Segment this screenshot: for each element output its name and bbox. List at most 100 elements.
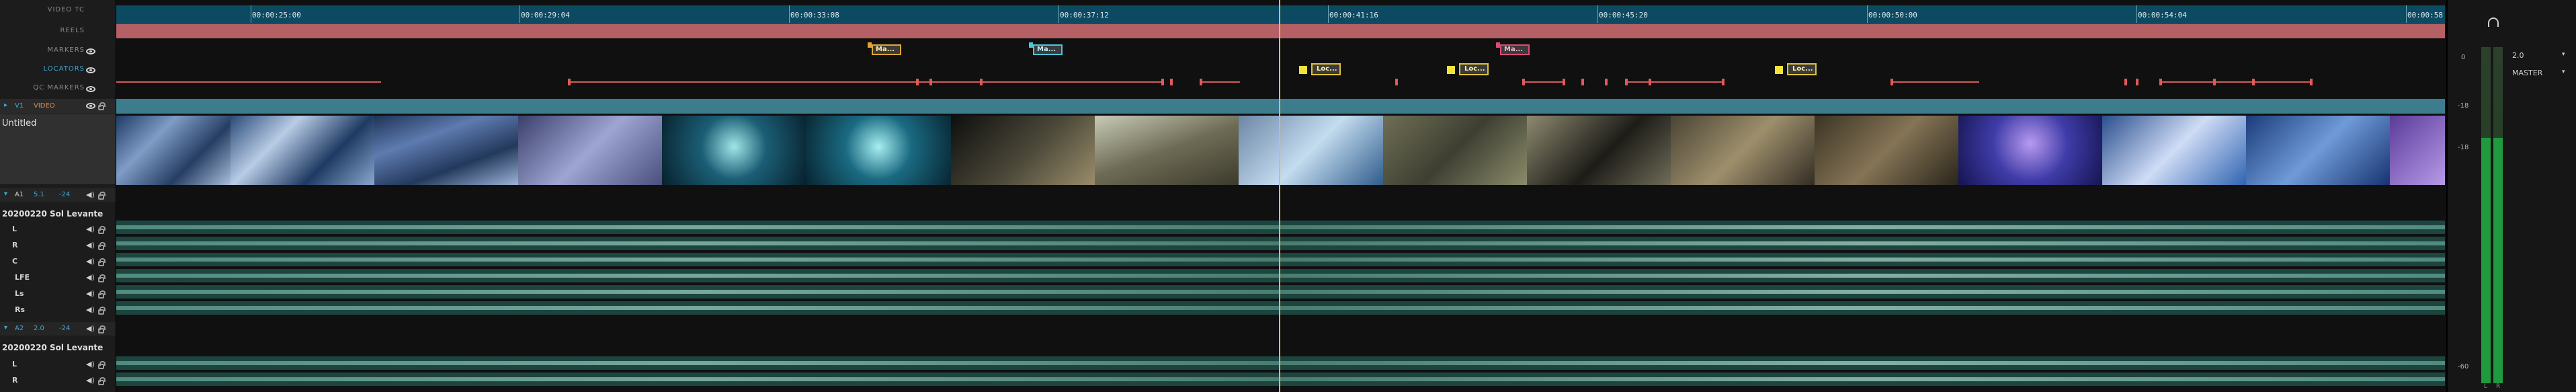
speaker-icon[interactable]: ◀) <box>86 377 95 384</box>
bus-select[interactable]: MASTER <box>2512 69 2542 77</box>
level-meter-fill <box>2481 138 2491 383</box>
eye-icon[interactable] <box>86 48 95 54</box>
locator[interactable]: Loc... <box>1787 63 1817 75</box>
qc-marker[interactable] <box>1722 79 1725 85</box>
qc-marker[interactable] <box>2124 79 2127 85</box>
reel-bar[interactable] <box>116 24 2445 38</box>
qc-marker[interactable] <box>2310 79 2313 85</box>
marker[interactable]: Ma... <box>872 44 901 55</box>
channel-label: LFE <box>15 273 30 282</box>
speaker-icon[interactable]: ◀) <box>86 241 95 249</box>
timeline[interactable]: 00:00:25:00 00:00:29:04 00:00:33:08 00:0… <box>116 0 2445 392</box>
speaker-icon[interactable]: ◀) <box>86 191 95 198</box>
qc-marker[interactable] <box>1581 79 1584 85</box>
track-level: -24 <box>59 325 71 332</box>
speaker-icon[interactable]: ◀) <box>86 306 95 313</box>
qc-marker[interactable] <box>2252 79 2255 85</box>
meter-scale-label: -60 <box>2458 363 2469 370</box>
lock-icon[interactable] <box>98 377 106 385</box>
qc-marker[interactable] <box>1605 79 1608 85</box>
track-format: 2.0 <box>34 325 44 332</box>
thumbnail <box>116 116 231 185</box>
timecode-label: 00:00:41:16 <box>1329 11 1378 19</box>
lock-icon[interactable] <box>98 274 106 282</box>
meter-channel-label: L <box>2484 383 2488 390</box>
audio-track-a2-header[interactable]: ▾ A2 2.0 -24 ◀) <box>0 322 116 336</box>
qc-range[interactable] <box>1893 81 1979 83</box>
chevron-down-icon[interactable]: ▾ <box>2562 69 2565 75</box>
lock-icon[interactable] <box>98 102 106 110</box>
qc-range[interactable] <box>571 81 1034 83</box>
speaker-icon[interactable]: ◀) <box>86 258 95 265</box>
lock-icon[interactable] <box>98 226 106 234</box>
lock-icon[interactable] <box>98 307 106 315</box>
qc-marker[interactable] <box>2213 79 2216 85</box>
audio-track-a1-header[interactable]: ▾ A1 5.1 -24 ◀) <box>0 188 116 202</box>
disclosure-triangle-icon[interactable]: ▾ <box>4 190 7 198</box>
video-track-name: VIDEO <box>34 102 55 110</box>
thumbnail <box>1958 116 2102 185</box>
qc-range[interactable] <box>2162 81 2310 83</box>
playhead[interactable] <box>1279 0 1280 392</box>
qc-range[interactable] <box>1202 81 1240 83</box>
qc-marker[interactable] <box>929 79 932 85</box>
thumbnail <box>951 116 1095 185</box>
speaker-icon[interactable]: ◀) <box>86 290 95 297</box>
lock-icon[interactable] <box>98 258 106 266</box>
timecode-label: 00:00:25:00 <box>252 11 301 19</box>
thumbnail <box>518 116 662 185</box>
speaker-icon[interactable]: ◀) <box>86 360 95 368</box>
locator[interactable]: Loc... <box>1311 63 1341 75</box>
marker[interactable]: Ma... <box>1033 44 1063 55</box>
clip-name: Untitled <box>2 118 37 128</box>
locator[interactable]: Loc... <box>1459 63 1489 75</box>
headphones-icon[interactable] <box>2488 17 2499 27</box>
marker[interactable]: Ma... <box>1500 44 1530 55</box>
lock-icon[interactable] <box>98 361 106 369</box>
thumbnail <box>1527 116 1671 185</box>
qc-range[interactable] <box>116 81 381 83</box>
eye-icon[interactable] <box>86 67 95 73</box>
channel-label: C <box>12 257 18 266</box>
thumbnail <box>2390 116 2445 185</box>
eye-icon[interactable] <box>86 103 95 109</box>
meter-panel: 0 -18 -18 -60 2.0 ▾ MASTER ▾ L R <box>2446 0 2576 392</box>
lock-icon[interactable] <box>98 290 106 299</box>
qc-marker[interactable] <box>916 79 919 85</box>
timecode-label: 00:00:29:04 <box>521 11 570 19</box>
disclosure-triangle-icon[interactable]: ▸ <box>4 102 7 109</box>
video-track-header[interactable]: ▸ V1 VIDEO <box>0 99 116 114</box>
thumbnail <box>1095 116 1239 185</box>
qc-range[interactable] <box>1628 81 1722 83</box>
speaker-icon[interactable]: ◀) <box>86 225 95 233</box>
video-track-bar[interactable] <box>116 99 2445 114</box>
chevron-down-icon[interactable]: ▾ <box>2562 51 2565 58</box>
lock-icon[interactable] <box>98 325 106 334</box>
locator-icon[interactable] <box>1775 66 1783 74</box>
timecode-label: 00:00:45:20 <box>1599 11 1648 19</box>
thumbnail <box>2102 116 2246 185</box>
lock-icon[interactable] <box>98 242 106 250</box>
disclosure-triangle-icon[interactable]: ▾ <box>4 324 7 331</box>
thumbnail <box>1815 116 1958 185</box>
timecode-ruler[interactable]: 00:00:25:00 00:00:29:04 00:00:33:08 00:0… <box>116 5 2445 23</box>
speaker-icon[interactable]: ◀) <box>86 274 95 281</box>
qc-marker[interactable] <box>2136 79 2138 85</box>
track-header-panel: VIDEO TC REELS MARKERS LOCATORS QC MARKE… <box>0 0 116 392</box>
locator-icon[interactable] <box>1447 66 1455 74</box>
qc-marker[interactable] <box>1395 79 1398 85</box>
row-label-locators: LOCATORS <box>43 65 85 73</box>
qc-marker[interactable] <box>1649 79 1651 85</box>
meter-scale-label: -18 <box>2458 102 2469 110</box>
qc-marker[interactable] <box>1170 79 1173 85</box>
video-clip-thumbnails[interactable] <box>116 116 2445 185</box>
speaker-icon[interactable]: ◀) <box>86 325 95 332</box>
eye-icon[interactable] <box>86 86 95 92</box>
qc-range[interactable] <box>1525 81 1563 83</box>
channel-select[interactable]: 2.0 <box>2512 51 2524 60</box>
lock-icon[interactable] <box>98 192 106 200</box>
qc-marker[interactable] <box>1563 79 1565 85</box>
qc-marker[interactable] <box>1161 79 1164 85</box>
locator-icon[interactable] <box>1299 66 1307 74</box>
qc-range[interactable] <box>983 81 1161 83</box>
